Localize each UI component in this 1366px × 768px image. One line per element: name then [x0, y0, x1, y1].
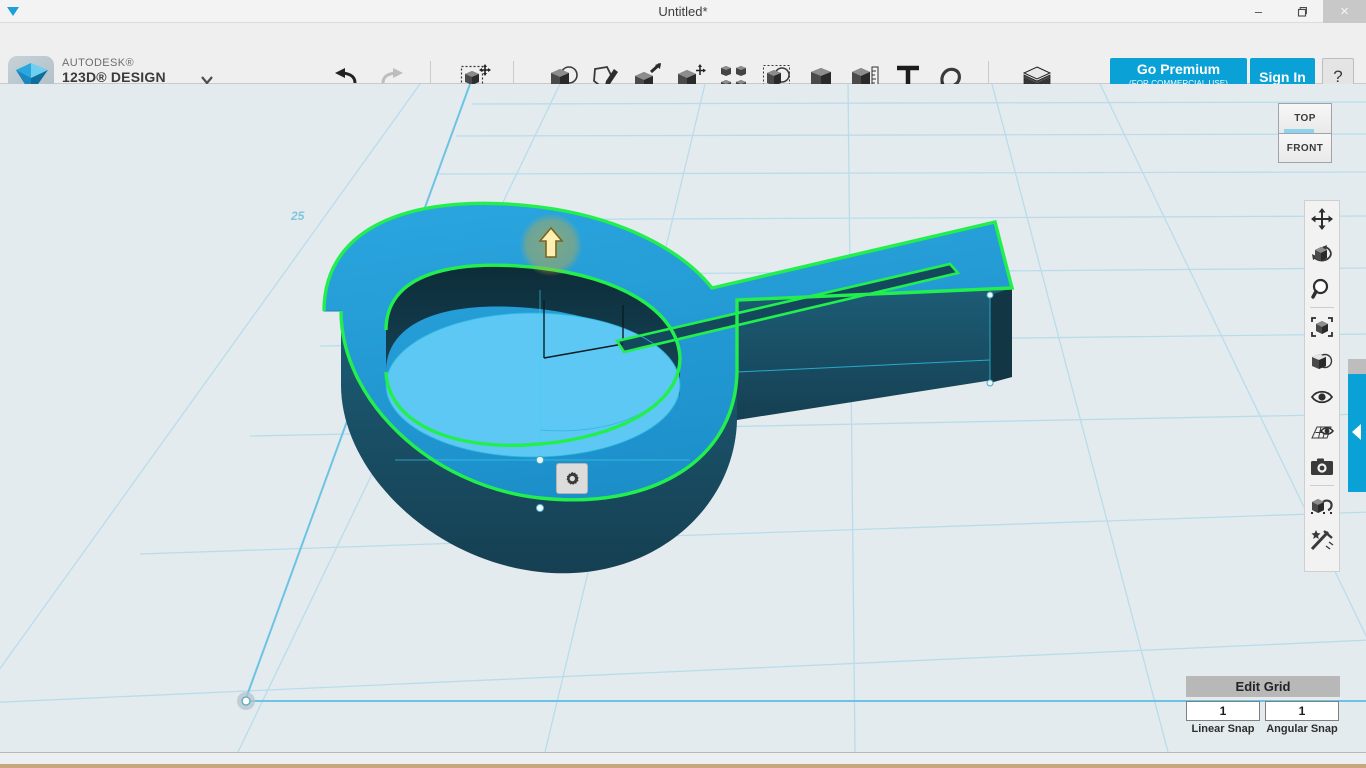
app-header: AUTODESK® 123D® DESIGN Go Premium Sign I…	[0, 23, 1366, 100]
angular-snap-input[interactable]: 1	[1265, 701, 1339, 721]
grid-eye-icon[interactable]	[1305, 414, 1339, 449]
up-arrow-manipulator-icon[interactable]	[538, 226, 564, 265]
view-cube[interactable]: TOP FRONT	[1278, 103, 1332, 163]
go-premium-title: Go Premium	[1136, 61, 1221, 77]
linear-snap-input[interactable]: 1	[1186, 701, 1260, 721]
effects-wand-icon[interactable]	[1305, 522, 1339, 557]
linear-snap-label: Linear Snap	[1191, 723, 1255, 735]
brand-autodesk: AUTODESK®	[62, 57, 135, 69]
edit-grid-panel: Edit Grid 1 1 Linear Snap Angular Snap	[1186, 676, 1340, 735]
eye-visibility-icon[interactable]	[1305, 379, 1339, 414]
model-shelled-solid[interactable]	[0, 84, 1366, 752]
window-title-bar: Untitled* – ×	[0, 0, 1366, 23]
taskbar-strip	[0, 764, 1366, 768]
model-bore-floor	[386, 313, 680, 457]
gear-icon[interactable]	[556, 463, 588, 494]
grid-dimension-label: 25	[291, 209, 305, 223]
maximize-button[interactable]	[1280, 0, 1323, 23]
close-button[interactable]: ×	[1323, 0, 1366, 23]
display-shading-icon[interactable]	[1305, 344, 1339, 379]
model-arm-end-wall	[990, 288, 1012, 383]
navigation-toolbar	[1304, 200, 1340, 572]
divider	[1310, 485, 1334, 486]
divider	[1310, 307, 1334, 308]
minimize-button[interactable]: –	[1237, 0, 1280, 23]
orbit-rotate-icon[interactable]	[1305, 236, 1339, 271]
window-title: Untitled*	[658, 4, 708, 19]
magnifier-zoom-icon[interactable]	[1305, 271, 1339, 306]
pan-move-icon[interactable]	[1305, 201, 1339, 236]
viewcube-front-face[interactable]: FRONT	[1278, 133, 1332, 163]
os-taskbar[interactable]	[0, 752, 1366, 768]
snap-cube-icon[interactable]	[1305, 487, 1339, 522]
panel-tab-header	[1348, 359, 1366, 374]
collapse-left-arrow-icon[interactable]	[1348, 374, 1366, 492]
camera-icon[interactable]	[1305, 449, 1339, 484]
brand-product: 123D® DESIGN	[62, 68, 166, 85]
fit-to-view-icon[interactable]	[1305, 309, 1339, 344]
edit-grid-title[interactable]: Edit Grid	[1186, 676, 1340, 697]
3d-viewport[interactable]: 25 TOP FRONT Edit Grid 1 1 Linear Snap A…	[0, 84, 1366, 752]
brand-text: AUTODESK® 123D® DESIGN	[62, 57, 192, 85]
angular-snap-label: Angular Snap	[1266, 723, 1338, 735]
